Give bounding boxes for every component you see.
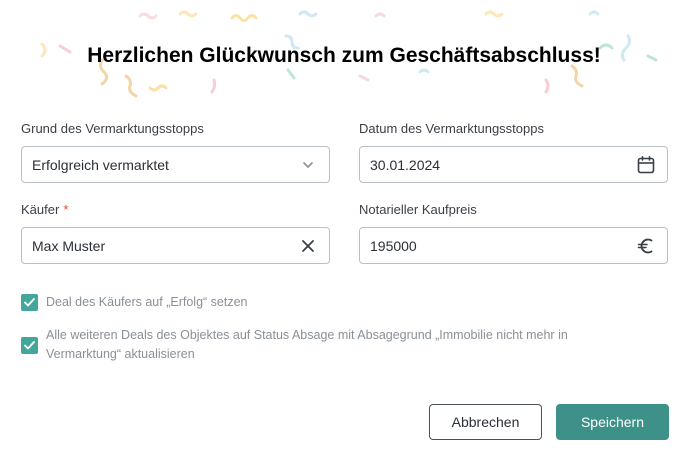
- clear-icon[interactable]: [297, 235, 319, 257]
- buyer-input[interactable]: Max Muster: [21, 227, 330, 264]
- reason-value: Erfolgreich vermarktet: [32, 156, 169, 173]
- checkbox-row-set-success[interactable]: Deal des Käufers auf „Erfolg“ setzen: [21, 293, 248, 312]
- checkbox-row-update-deals[interactable]: Alle weiteren Deals des Objektes auf Sta…: [21, 326, 591, 364]
- dialog-title: Herzlichen Glückwunsch zum Geschäftsabsc…: [87, 44, 601, 67]
- price-value: 195000: [370, 237, 417, 254]
- price-input[interactable]: 195000: [359, 227, 668, 264]
- date-input[interactable]: 30.01.2024: [359, 146, 668, 183]
- checkbox-set-success[interactable]: [21, 294, 38, 311]
- calendar-icon[interactable]: [635, 154, 657, 176]
- cancel-button[interactable]: Abbrechen: [429, 404, 542, 440]
- date-value: 30.01.2024: [370, 156, 441, 173]
- buyer-value: Max Muster: [32, 237, 106, 254]
- reason-select[interactable]: Erfolgreich vermarktet: [21, 146, 330, 183]
- chevron-down-icon: [297, 154, 319, 176]
- euro-icon: [635, 235, 657, 257]
- date-label: Datum des Vermarktungsstopps: [359, 121, 544, 136]
- price-label: Notarieller Kaufpreis: [359, 202, 477, 217]
- reason-label: Grund des Vermarktungsstopps: [21, 121, 204, 136]
- checkbox-update-deals[interactable]: [21, 337, 38, 354]
- required-marker: *: [63, 202, 69, 217]
- buyer-label-text: Käufer: [21, 202, 60, 217]
- checkbox-set-success-label: Deal des Käufers auf „Erfolg“ setzen: [46, 295, 248, 309]
- checkbox-update-deals-label: Alle weiteren Deals des Objektes auf Sta…: [46, 328, 568, 361]
- save-button[interactable]: Speichern: [556, 404, 669, 440]
- buyer-label: Käufer *: [21, 202, 68, 217]
